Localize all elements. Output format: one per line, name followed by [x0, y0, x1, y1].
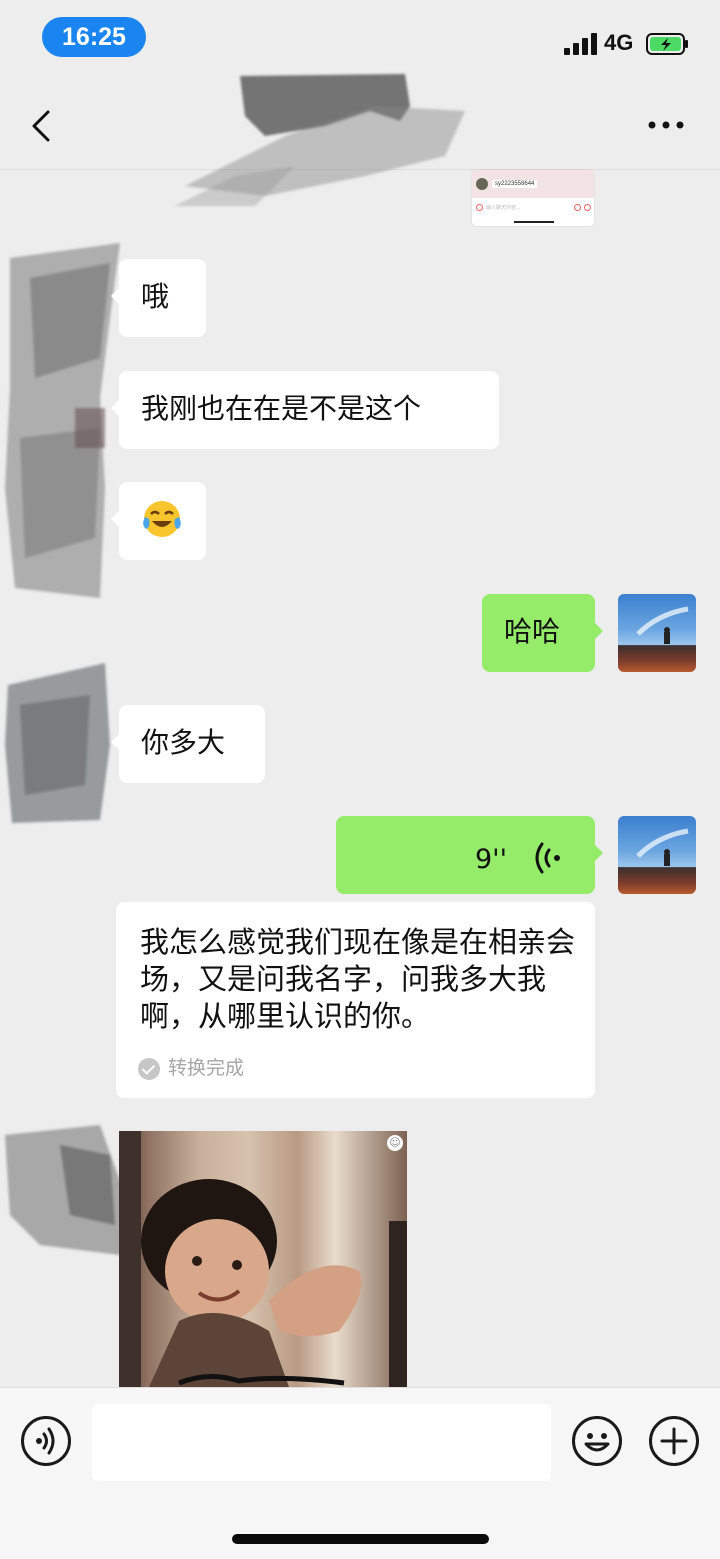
mic-icon: [476, 204, 483, 211]
transcript-status-label: 转换完成: [168, 1057, 245, 1079]
screenshot-id: sy2223558644: [492, 180, 538, 188]
avatar-photo: [636, 828, 689, 866]
avatar-photo: [636, 606, 689, 644]
sticker-photo: [119, 1131, 407, 1387]
redaction-scribble: [175, 74, 465, 206]
message-bubble[interactable]: 哈哈: [482, 594, 603, 672]
voice-transcript-card[interactable]: 我怎么感觉我们现在像是在相亲会场，又是问我名字，问我多大我啊，从哪里认识的你。 …: [116, 902, 595, 1098]
voice-message-bubble[interactable]: 9'': [336, 816, 603, 894]
message-input[interactable]: [92, 1404, 551, 1481]
emoji-icon[interactable]: [572, 1416, 622, 1466]
voice-toggle-icon[interactable]: [21, 1416, 71, 1466]
battery-charging-icon: [646, 33, 688, 55]
chat-header: [0, 74, 720, 206]
message-bubble[interactable]: 哦: [111, 259, 206, 337]
screenshot-input-placeholder: 输入聊天内容...: [486, 205, 521, 211]
network-type: 4G: [604, 30, 634, 55]
message-bubble[interactable]: 你多大: [111, 705, 265, 783]
emoji-glyph: [584, 1433, 610, 1452]
sticker-image[interactable]: ☺: [119, 1131, 407, 1387]
contact-avatar[interactable]: [0, 655, 115, 830]
transcript-text: 我怎么感觉我们现在像是在相亲会场，又是问我名字，问我多大我啊，从哪里认识的你。: [140, 925, 576, 1033]
message-text: 哈哈: [504, 615, 561, 648]
plus-glyph: [660, 1427, 688, 1455]
plus-icon[interactable]: [649, 1416, 699, 1466]
chevron-left-icon[interactable]: [24, 104, 60, 148]
emoji-icon: [574, 204, 581, 211]
more-dots-icon[interactable]: [644, 110, 688, 140]
message-bubble[interactable]: 我刚也在在是不是这个: [111, 371, 499, 449]
voice-duration: 9'': [474, 844, 507, 875]
home-indicator: [514, 221, 554, 223]
signal-strength-icon: [564, 33, 598, 55]
screenshot-header: sy2223558644: [472, 170, 594, 198]
status-time: 16:25: [42, 17, 146, 57]
shared-screenshot[interactable]: sy2223558644 输入聊天内容...: [472, 170, 594, 226]
avatar: [476, 178, 488, 190]
voice-wave-icon: [535, 842, 560, 874]
self-avatar[interactable]: [618, 594, 696, 672]
check-icon: [138, 1057, 160, 1080]
message-text: 我刚也在在是不是这个: [141, 392, 422, 425]
message-bubble[interactable]: [111, 482, 206, 560]
message-text: 你多大: [141, 726, 226, 759]
contact-avatar[interactable]: [0, 1115, 130, 1265]
voice-toggle-glyph: [36, 1427, 55, 1455]
laughing-crying-emoji-icon: [143, 501, 181, 537]
home-indicator: [232, 1534, 489, 1544]
self-avatar[interactable]: [618, 816, 696, 894]
smiley-badge-icon: ☺: [387, 1135, 403, 1151]
plus-icon: [584, 204, 591, 211]
message-text: 哦: [141, 280, 170, 313]
transcript-status: 转换完成: [138, 1056, 244, 1080]
